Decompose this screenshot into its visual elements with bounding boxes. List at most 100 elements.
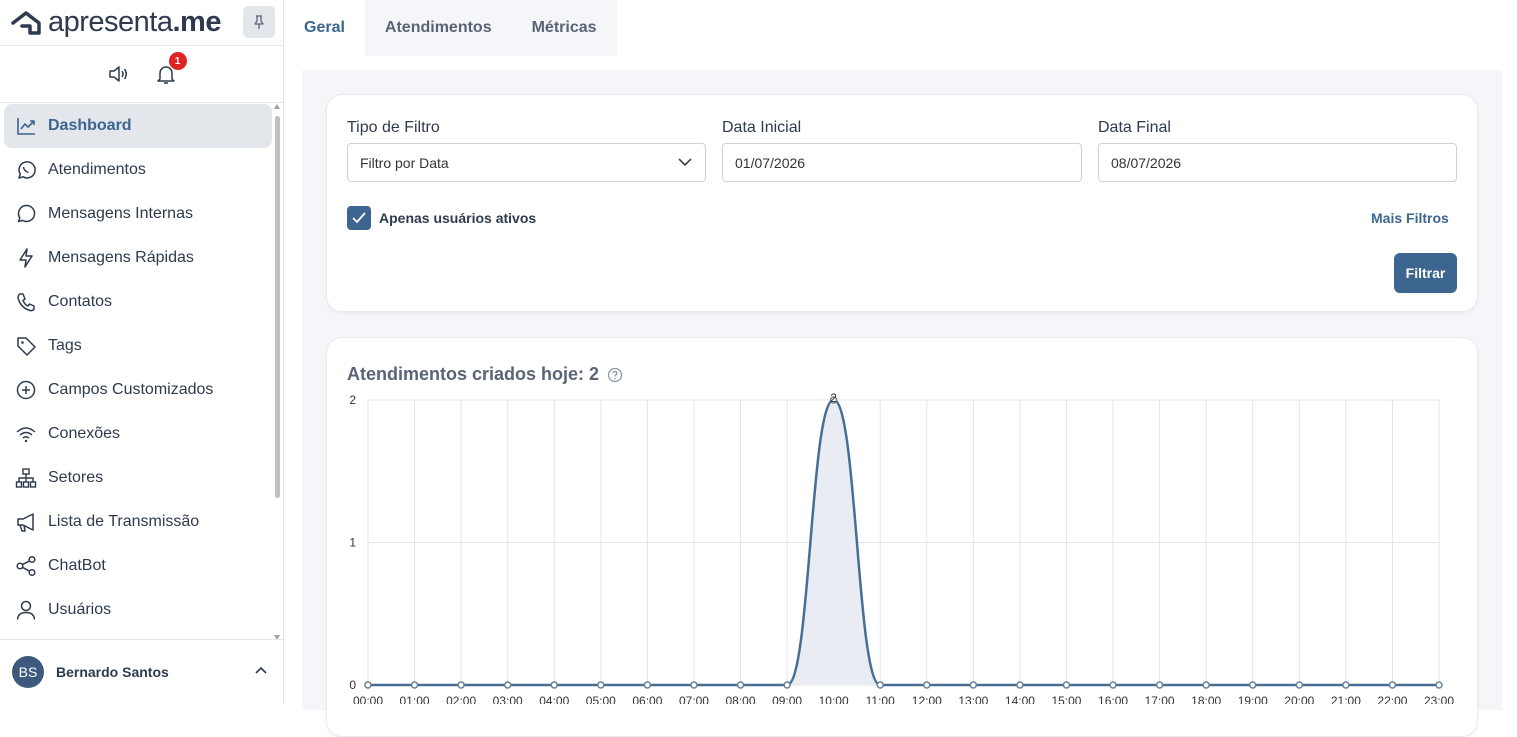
tab-geral[interactable]: Geral <box>284 0 365 56</box>
filter-type-value: Filtro por Data <box>360 154 449 171</box>
sidebar-item-contatos[interactable]: Contatos <box>4 280 272 324</box>
x-tick-label: 22:00 <box>1377 694 1407 704</box>
filter-type-label: Tipo de Filtro <box>347 119 440 136</box>
sidebar-item-label: Atendimentos <box>48 161 146 178</box>
chevron-up-icon[interactable] <box>254 665 268 675</box>
sidebar-scrollbar[interactable] <box>273 104 282 640</box>
data-point <box>597 681 605 689</box>
sidebar-menu: Dashboard Atendimentos Mensagens Interna… <box>0 104 276 638</box>
sidebar-item-mensagens-rapidas[interactable]: Mensagens Rápidas <box>4 236 272 280</box>
data-point <box>1155 681 1164 689</box>
atendimentos-chart: 0 1 2 00:00 01:00 02:00 03:00 04:00 05:00 06:00 07… <box>349 391 1454 704</box>
chart-card: Atendimentos criados hoje: 2 0 1 2 00:00 01:… <box>326 337 1478 737</box>
megaphone-icon <box>14 510 38 534</box>
filter-card: Tipo de Filtro Filtro por Data Data Inic… <box>326 94 1478 312</box>
data-point <box>410 681 419 689</box>
tab-metricas[interactable]: Métricas <box>512 0 617 56</box>
data-point <box>1388 681 1397 689</box>
x-tick-label: 12:00 <box>912 694 942 704</box>
start-date-value: 01/07/2026 <box>735 154 806 171</box>
sidebar-top-actions: 1 <box>0 46 283 103</box>
scroll-thumb[interactable] <box>275 116 280 498</box>
sidebar-item-conexoes[interactable]: Conexões <box>4 412 272 456</box>
sidebar-item-setores[interactable]: Setores <box>4 456 272 500</box>
y-tick-label: 2 <box>349 393 356 407</box>
x-tick-label: 20:00 <box>1284 694 1314 704</box>
whatsapp-icon <box>14 158 38 182</box>
start-date-label: Data Inicial <box>722 119 802 136</box>
data-point <box>1248 681 1257 689</box>
brand-logo[interactable]: apresenta.me <box>10 6 221 39</box>
y-tick-label: 0 <box>349 678 356 692</box>
sidebar-item-label: Contatos <box>48 293 113 310</box>
sidebar-item-label: ChatBot <box>48 557 106 574</box>
sidebar-item-label: Setores <box>48 469 104 486</box>
lightning-icon <box>14 246 38 270</box>
x-tick-label: 16:00 <box>1098 694 1128 704</box>
sidebar-item-label: Lista de Transmissão <box>48 513 200 530</box>
x-tick-label: 08:00 <box>726 694 756 704</box>
end-date-field[interactable]: 08/07/2026 <box>1098 143 1457 182</box>
filter-type-select[interactable]: Filtro por Data <box>347 143 706 182</box>
user-name: Bernardo Santos <box>56 664 169 680</box>
x-tick-label: 14:00 <box>1005 694 1035 704</box>
phone-icon <box>14 290 38 314</box>
end-date-label: Data Final <box>1098 119 1171 136</box>
data-point <box>1109 681 1117 689</box>
more-filters-link[interactable]: Mais Filtros <box>1371 210 1449 226</box>
start-date-field[interactable]: 01/07/2026 <box>722 143 1082 182</box>
sidebar-item-label: Mensagens Internas <box>48 205 193 222</box>
user-icon <box>14 598 38 622</box>
pin-sidebar-button[interactable] <box>243 6 275 38</box>
chat-bubble-icon <box>14 202 38 226</box>
data-point <box>1435 681 1443 689</box>
scroll-up-arrow-icon[interactable] <box>274 104 280 109</box>
data-point <box>876 681 884 689</box>
data-point <box>643 681 652 689</box>
sidebar-item-label: Mensagens Rápidas <box>48 249 194 266</box>
x-tick-label: 23:00 <box>1424 694 1454 704</box>
x-tick-label: 00:00 <box>353 694 383 704</box>
pin-icon <box>254 15 264 29</box>
user-menu[interactable]: BS Bernardo Santos <box>0 639 284 704</box>
x-tick-label: 03:00 <box>493 694 523 704</box>
x-tick-label: 05:00 <box>586 694 616 704</box>
data-point <box>969 681 978 689</box>
x-tick-label: 01:00 <box>400 694 430 704</box>
notification-badge: 1 <box>168 52 187 70</box>
data-point <box>550 681 559 689</box>
active-users-label[interactable]: Apenas usuários ativos <box>379 210 536 226</box>
brand-name: apresenta.me <box>48 6 221 38</box>
notifications-button[interactable]: 1 <box>155 52 187 85</box>
x-tick-label: 15:00 <box>1051 694 1081 704</box>
data-point <box>1016 681 1024 689</box>
sidebar-item-dashboard[interactable]: Dashboard <box>4 104 272 148</box>
sidebar-item-chatbot[interactable]: ChatBot <box>4 544 272 588</box>
speaker-icon[interactable] <box>107 63 129 85</box>
x-tick-label: 04:00 <box>539 694 569 704</box>
sidebar-item-campos-customizados[interactable]: Campos Customizados <box>4 368 272 412</box>
org-chart-icon <box>14 466 38 490</box>
sidebar-item-tags[interactable]: Tags <box>4 324 272 368</box>
data-point <box>1202 681 1210 689</box>
avatar: BS <box>12 656 44 688</box>
sidebar-item-mensagens-internas[interactable]: Mensagens Internas <box>4 192 272 236</box>
x-tick-label: 11:00 <box>866 694 895 704</box>
sidebar-item-usuarios[interactable]: Usuários <box>4 588 272 632</box>
sidebar-item-atendimentos[interactable]: Atendimentos <box>4 148 272 192</box>
active-users-checkbox[interactable] <box>347 206 371 230</box>
tab-atendimentos[interactable]: Atendimentos <box>365 0 512 56</box>
tag-icon <box>14 334 38 358</box>
x-tick-label: 07:00 <box>679 694 709 704</box>
data-point <box>364 681 372 689</box>
sidebar-item-label: Campos Customizados <box>48 381 214 398</box>
x-tick-label: 21:00 <box>1331 694 1361 704</box>
sidebar-item-lista-de-transmissao[interactable]: Lista de Transmissão <box>4 500 272 544</box>
tab-group: Atendimentos Métricas <box>364 0 617 56</box>
plus-circle-icon <box>14 378 38 402</box>
filter-button[interactable]: Filtrar <box>1394 253 1457 293</box>
sidebar-item-label: Tags <box>48 337 82 354</box>
x-tick-label: 18:00 <box>1191 694 1221 704</box>
data-point <box>503 681 512 689</box>
x-tick-label: 06:00 <box>632 694 662 704</box>
